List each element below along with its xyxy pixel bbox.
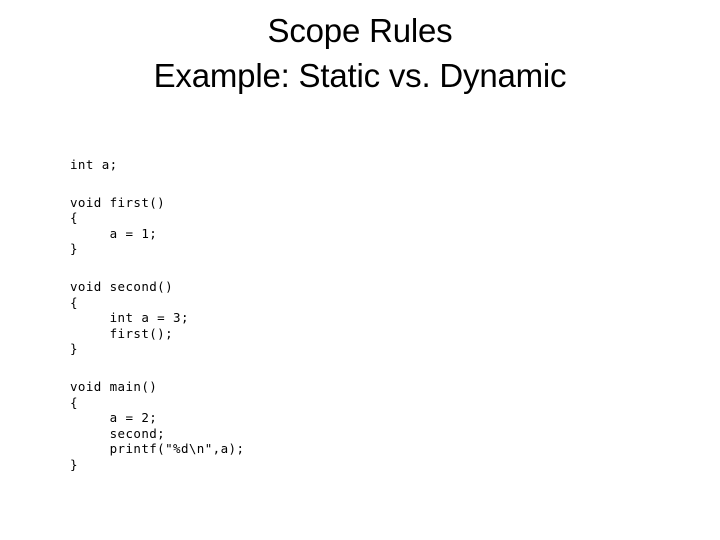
code-line: {	[70, 294, 78, 310]
code-line: first();	[70, 325, 174, 341]
code-line: {	[70, 210, 78, 226]
code-line: second;	[70, 425, 166, 441]
code-line: a = 1;	[70, 225, 158, 241]
title-line-primary: Scope Rules	[267, 12, 453, 49]
code-line: void main()	[70, 378, 158, 394]
code-line: void first()	[70, 194, 166, 210]
code-block-function-main: void main(){ a = 2; second; printf("%d\n…	[70, 379, 630, 473]
code-block-function-first: void first(){ a = 1;}	[70, 195, 630, 257]
code-line: printf("%d\n",a);	[70, 441, 245, 457]
code-line: int a = 3;	[70, 310, 189, 326]
code-block-function-second: void second(){ int a = 3; first();}	[70, 279, 630, 357]
code-block-global-declaration: int a;	[70, 157, 630, 173]
code-line: void second()	[70, 278, 174, 294]
title-line-secondary: Example: Static vs. Dynamic	[153, 57, 567, 94]
code-line: {	[70, 394, 78, 410]
code-line: a = 2;	[70, 410, 158, 426]
page-title: Scope Rules Example: Static vs. Dynamic	[0, 8, 720, 98]
slide-canvas: Scope Rules Example: Static vs. Dynamic …	[0, 0, 720, 540]
code-line: }	[70, 456, 78, 472]
code-line: int a;	[70, 157, 118, 172]
code-line: }	[70, 241, 78, 257]
code-line: }	[70, 341, 78, 357]
code-listing: int a; void first(){ a = 1;} void second()…	[70, 157, 630, 473]
